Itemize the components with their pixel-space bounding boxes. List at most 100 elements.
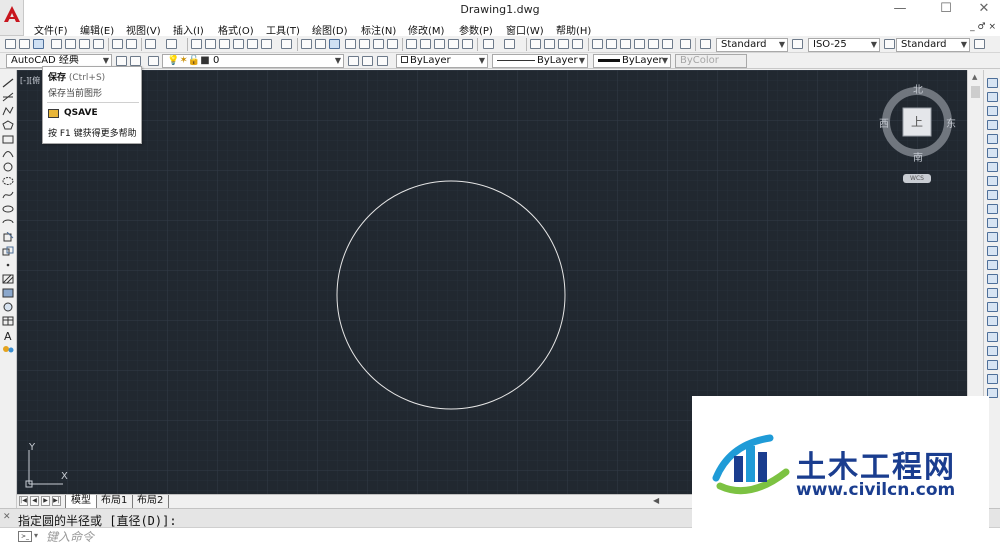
menu-window[interactable]: 窗口(W) xyxy=(506,22,544,37)
close-icon[interactable]: ✕ xyxy=(3,512,11,522)
preview-icon-2[interactable] xyxy=(359,39,370,49)
undo-icon[interactable] xyxy=(145,39,156,49)
break-at-point-icon[interactable] xyxy=(987,232,998,242)
erase-icon[interactable] xyxy=(987,78,998,88)
construction-line-icon[interactable] xyxy=(2,92,14,102)
color-select[interactable]: ByLayer ▼ xyxy=(396,54,488,68)
maximize-button[interactable]: ☐ xyxy=(930,0,962,20)
table-style-select[interactable]: Standard ▼ xyxy=(896,38,970,52)
first-tab-button[interactable]: |◀ xyxy=(19,496,28,506)
quickcalc-icon-2[interactable] xyxy=(662,39,673,49)
array-icon[interactable] xyxy=(987,134,998,144)
gradient-icon[interactable] xyxy=(2,288,14,298)
workspace-save-icon[interactable] xyxy=(130,56,141,66)
menu-modify[interactable]: 修改(M) xyxy=(408,22,444,37)
save-icon-2[interactable] xyxy=(329,39,340,49)
send-to-back-icon[interactable] xyxy=(987,360,998,370)
extend-icon[interactable] xyxy=(987,218,998,228)
bring-to-front-icon[interactable] xyxy=(987,346,998,356)
dwf-icon-2[interactable] xyxy=(387,39,398,49)
block-editor-icon[interactable] xyxy=(462,39,473,49)
menu-view[interactable]: 视图(V) xyxy=(126,22,161,37)
linetype-select[interactable]: ByLayer ▼ xyxy=(492,54,588,68)
new-icon-2[interactable] xyxy=(301,39,312,49)
new-icon[interactable] xyxy=(5,39,16,49)
menu-help[interactable]: 帮助(H) xyxy=(556,22,591,37)
circle-icon[interactable] xyxy=(2,162,14,172)
last-tab-button[interactable]: ▶| xyxy=(52,496,61,506)
multileader-style-icon[interactable] xyxy=(974,39,985,49)
copy-object-icon[interactable] xyxy=(987,92,998,102)
design-center-icon[interactable] xyxy=(205,39,216,49)
point-icon[interactable] xyxy=(2,260,14,270)
help-icon[interactable] xyxy=(281,39,292,49)
tab-layout2[interactable]: 布局2 xyxy=(132,495,170,508)
command-prompt-icon[interactable]: >_ xyxy=(18,531,32,542)
undo-icon-2[interactable] xyxy=(483,39,494,49)
horizontal-scroll-left-icon[interactable]: ◀ xyxy=(653,496,659,505)
menu-dimension[interactable]: 标注(N) xyxy=(361,22,396,37)
bring-above-icon[interactable] xyxy=(987,374,998,384)
pan-icon[interactable] xyxy=(530,39,541,49)
viewport-controls-label[interactable]: [-][俯 xyxy=(20,75,40,86)
redo-icon-2[interactable] xyxy=(504,39,515,49)
help-icon-2[interactable] xyxy=(680,39,691,49)
text-style-icon[interactable] xyxy=(700,39,711,49)
chevron-down-icon[interactable]: ▾ xyxy=(34,531,38,540)
markup-icon[interactable] xyxy=(247,39,258,49)
text-style-select[interactable]: Standard ▼ xyxy=(716,38,788,52)
menu-insert[interactable]: 插入(I) xyxy=(173,22,204,37)
quickcalc-icon[interactable] xyxy=(261,39,272,49)
spline-icon[interactable] xyxy=(2,190,14,200)
table-style-icon[interactable] xyxy=(884,39,895,49)
hatch-icon[interactable] xyxy=(2,274,14,284)
markup-icon-2[interactable] xyxy=(648,39,659,49)
make-block-icon[interactable] xyxy=(2,246,14,256)
publish-icon[interactable] xyxy=(79,39,90,49)
ellipse-icon[interactable] xyxy=(2,204,14,214)
copy-icon[interactable] xyxy=(126,39,137,49)
layer-states-icon[interactable] xyxy=(377,56,388,66)
menu-edit[interactable]: 编辑(E) xyxy=(80,22,114,37)
make-current-layer-icon[interactable] xyxy=(348,56,359,66)
offset-icon[interactable] xyxy=(987,120,998,130)
properties-icon-2[interactable] xyxy=(592,39,603,49)
publish-icon-2[interactable] xyxy=(373,39,384,49)
3d-dwf-icon[interactable] xyxy=(93,39,104,49)
mirror-icon[interactable] xyxy=(987,106,998,116)
polygon-icon[interactable] xyxy=(2,120,14,130)
region-icon[interactable] xyxy=(2,302,14,312)
sheet-set-icon-2[interactable] xyxy=(634,39,645,49)
trim-icon[interactable] xyxy=(987,204,998,214)
lineweight-select[interactable]: ByLayer ▼ xyxy=(593,54,671,68)
multiline-text-icon[interactable]: A xyxy=(2,330,14,341)
document-window-controls[interactable]: _ ♂ × xyxy=(970,22,996,32)
move-icon[interactable] xyxy=(987,148,998,158)
viewcube-west[interactable]: 西 xyxy=(879,115,889,130)
minimize-button[interactable]: — xyxy=(884,0,916,20)
tool-palettes-icon-2[interactable] xyxy=(620,39,631,49)
command-input[interactable] xyxy=(46,529,646,544)
workspace-settings-icon[interactable] xyxy=(116,56,127,66)
viewcube[interactable]: 北 南 西 东 上 xyxy=(879,84,959,184)
menu-draw[interactable]: 绘图(D) xyxy=(312,22,348,37)
plot-preview-icon[interactable] xyxy=(65,39,76,49)
scroll-thumb[interactable] xyxy=(971,86,980,98)
layer-previous-icon[interactable] xyxy=(362,56,373,66)
add-selected-icon[interactable] xyxy=(2,344,14,354)
paste-icon[interactable] xyxy=(434,39,445,49)
cut-icon-2[interactable] xyxy=(406,39,417,49)
match-properties-icon[interactable] xyxy=(448,39,459,49)
plot-icon-2[interactable] xyxy=(345,39,356,49)
fillet-icon[interactable] xyxy=(987,288,998,298)
open-icon[interactable] xyxy=(19,39,30,49)
save-icon[interactable] xyxy=(33,39,44,49)
previous-tab-button[interactable]: ◀ xyxy=(30,496,39,506)
stretch-icon[interactable] xyxy=(987,190,998,200)
zoom-previous-icon[interactable] xyxy=(572,39,583,49)
tab-model[interactable]: 模型 xyxy=(65,495,97,508)
chamfer-icon[interactable] xyxy=(987,274,998,284)
viewcube-south[interactable]: 南 xyxy=(913,149,923,164)
menu-format[interactable]: 格式(O) xyxy=(218,22,254,37)
dim-style-icon[interactable] xyxy=(792,39,803,49)
